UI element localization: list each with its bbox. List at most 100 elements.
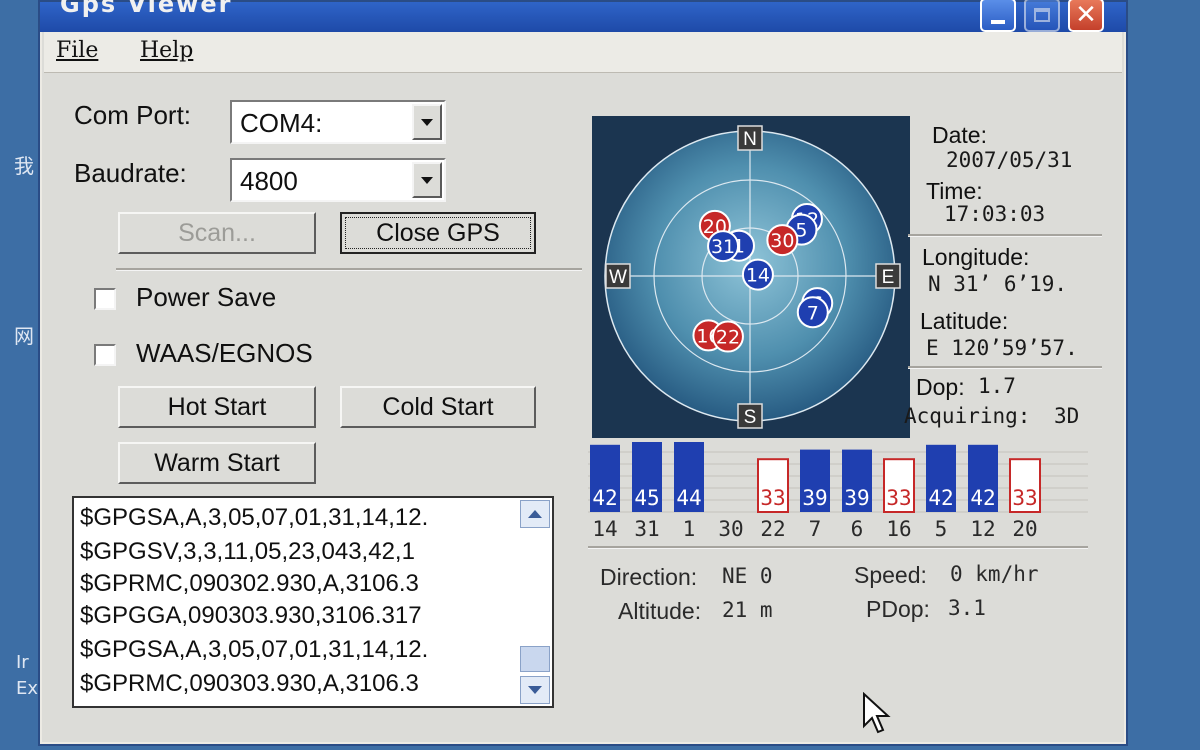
signal-bars: 42144531441 303322397396331642542123320 (588, 442, 1088, 541)
maximize-icon (1034, 8, 1050, 22)
power-save-label: Power Save (136, 282, 277, 312)
signal-snr-label: 45 (634, 486, 659, 510)
baudrate-value: 4800 (240, 166, 298, 196)
com-port-select[interactable]: COM4: (230, 100, 446, 144)
waas-egnos-label: WAAS/EGNOS (136, 338, 313, 368)
signal-sat-label: 22 (760, 517, 785, 541)
com-port-label: Com Port: (74, 100, 192, 130)
baudrate-dropdown-button[interactable] (412, 162, 442, 198)
scroll-down-button[interactable] (520, 676, 550, 704)
speed-label: Speed: (854, 562, 927, 588)
close-button[interactable]: ✕ (1068, 0, 1104, 32)
minimize-button[interactable] (980, 0, 1016, 32)
signal-sat-label: 5 (935, 517, 948, 541)
title-bar[interactable]: Gps Viewer ✕ (40, 0, 1126, 32)
compass-w-label: W (609, 267, 627, 288)
signal-sat-label: 30 (718, 517, 743, 541)
signal-sat-label: 20 (1012, 517, 1037, 541)
warm-start-button[interactable]: Warm Start (118, 442, 316, 484)
direction-value: NE 0 (722, 564, 773, 588)
scan-button[interactable]: Scan... (118, 212, 316, 254)
satellite-7[interactable]: 7 (796, 296, 829, 329)
time-label: Time: (926, 178, 983, 204)
signal-snr-label: 33 (760, 486, 785, 510)
separator (908, 234, 1102, 237)
latitude-label: Latitude: (920, 308, 1009, 334)
scroll-up-button[interactable] (520, 500, 550, 528)
separator (908, 366, 1102, 369)
signal-bar-16: 3316 (883, 458, 915, 541)
acquiring-value: 3D (1054, 404, 1080, 428)
compass-e-label: E (882, 267, 895, 288)
dop-value: 1.7 (978, 374, 1016, 398)
chevron-down-icon (528, 686, 542, 694)
signal-snr-label: 42 (928, 486, 953, 510)
nmea-log[interactable]: $GPGSA,A,3,05,07,01,31,14,12. $GPGSV,3,3… (72, 496, 554, 708)
desktop-icon-label: 网 (14, 324, 34, 348)
minimize-icon (991, 20, 1005, 24)
desktop-icon-label: Ex (16, 678, 39, 699)
satellite-22[interactable]: 22 (711, 320, 744, 353)
cold-start-button[interactable]: Cold Start (340, 386, 536, 428)
speed-value: 0 km/hr (950, 562, 1039, 586)
satellite-label: 22 (716, 327, 740, 349)
power-save-checkbox[interactable] (94, 288, 116, 310)
baudrate-label: Baudrate: (74, 158, 187, 188)
log-line: $GPGSA,A,3,05,07,01,31,14,12. (80, 636, 429, 663)
desktop-icon-label: Ir (16, 652, 29, 673)
longitude-value: N 31’ 6’19. (928, 272, 1068, 296)
hot-start-button[interactable]: Hot Start (118, 386, 316, 428)
compass-n-marker: N (737, 125, 763, 151)
menu-file-label: File (56, 38, 99, 63)
altitude-value: 21 m (722, 598, 773, 622)
signal-sat-label: 16 (886, 517, 911, 541)
mouse-cursor-icon (863, 692, 891, 734)
close-icon: ✕ (1075, 0, 1097, 30)
signal-snr-label: 33 (1012, 486, 1037, 510)
date-label: Date: (932, 122, 987, 148)
signal-bar-22: 3322 (757, 458, 789, 541)
signal-bar-1: 441 (674, 442, 704, 541)
menu-help[interactable]: Help (140, 38, 193, 63)
compass-e-marker: E (875, 263, 901, 289)
time-value: 17:03:03 (944, 202, 1046, 226)
signal-snr-label: 33 (886, 486, 911, 510)
signal-bar-5: 425 (926, 444, 956, 541)
log-line: $GPRMC,090303.930,A,3106.3 (80, 670, 419, 697)
satellite-31[interactable]: 31 (707, 230, 740, 263)
separator (588, 546, 1088, 549)
signal-bar-12: 4212 (968, 444, 998, 541)
baudrate-select[interactable]: 4800 (230, 158, 446, 202)
direction-label: Direction: (600, 564, 698, 590)
scrollbar-thumb[interactable] (520, 646, 550, 672)
waas-egnos-checkbox[interactable] (94, 344, 116, 366)
compass-s-marker: S (737, 403, 763, 429)
log-line: $GPGGA,090303.930,3106.317 (80, 602, 422, 629)
sky-view: NSEW 201253013114671622 (592, 116, 910, 438)
menu-file[interactable]: File (56, 38, 98, 63)
pdop-value: 3.1 (948, 596, 986, 620)
chevron-down-icon (421, 176, 433, 184)
compass-s-label: S (744, 407, 757, 428)
gps-viewer-window: Gps Viewer ✕ File Help Com Port: COM4: B… (38, 0, 1128, 746)
maximize-button[interactable] (1024, 0, 1060, 32)
signal-bar-7: 397 (800, 449, 830, 541)
separator (116, 268, 582, 271)
signal-sat-label: 6 (851, 517, 864, 541)
satellite-14[interactable]: 14 (741, 258, 774, 291)
signal-snr-label: 42 (970, 486, 995, 510)
chevron-down-icon (421, 118, 433, 126)
signal-snr-label: 44 (676, 486, 701, 510)
signal-sat-label: 31 (634, 517, 659, 541)
log-line: $GPGSA,A,3,05,07,01,31,14,12. (80, 504, 429, 531)
satellite-label: 31 (711, 236, 735, 258)
window-title: Gps Viewer (60, 0, 233, 18)
com-port-dropdown-button[interactable] (412, 104, 442, 140)
log-line: $GPRMC,090302.930,A,3106.3 (80, 570, 419, 597)
menu-help-label: Help (140, 38, 194, 63)
satellite-30[interactable]: 30 (766, 224, 799, 257)
close-gps-button[interactable]: Close GPS (340, 212, 536, 254)
menu-bar: File Help (44, 32, 1122, 73)
acquiring-label: Acquiring: (904, 404, 1031, 428)
dop-label: Dop: (916, 374, 965, 400)
